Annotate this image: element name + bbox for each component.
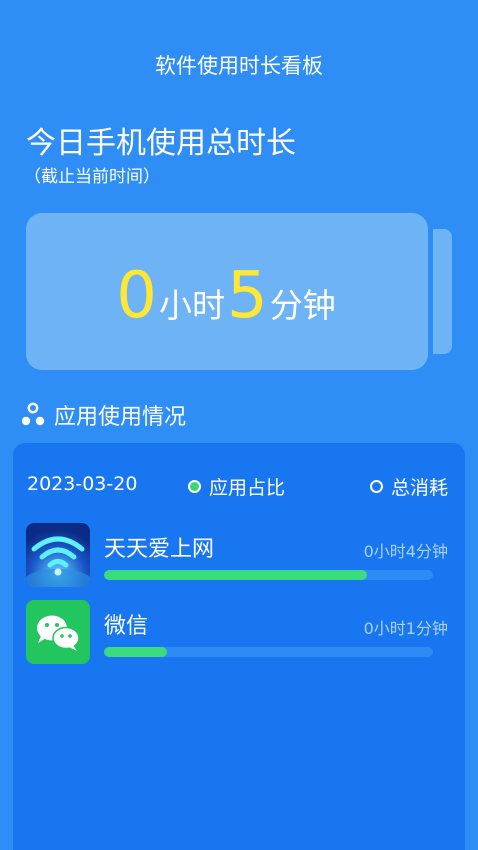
app-usage-row[interactable]: 微信 0小时1分钟	[26, 600, 454, 664]
battery-cap	[433, 229, 452, 354]
page-title: 软件使用时长看板	[155, 54, 323, 78]
radio-unselected-icon	[370, 480, 383, 493]
usage-progress-fill	[104, 570, 368, 580]
app-duration: 0小时1分钟	[363, 619, 448, 638]
date-label[interactable]: 2023-03-20	[27, 473, 137, 495]
legend-total-label: 总消耗	[391, 477, 449, 499]
app-name: 天天爱上网	[104, 537, 215, 562]
hours-value: 0	[116, 258, 157, 333]
wechat-icon	[26, 600, 90, 664]
total-duration: 0 小时 5 分钟	[116, 264, 337, 328]
battery-card: 0 小时 5 分钟	[26, 213, 428, 370]
legend-total-consumption[interactable]: 总消耗	[370, 473, 448, 500]
section-header: 应用使用情况	[20, 398, 186, 432]
legend-app-ratio[interactable]: 应用占比	[188, 473, 285, 500]
app-name: 微信	[104, 614, 149, 639]
screen: 软件使用时长看板 今日手机使用总时长 （截止当前时间） 0 小时 5 分钟 应用…	[0, 0, 478, 850]
three-dots-share-icon	[21, 402, 45, 426]
wifi-app-icon	[26, 523, 90, 587]
today-total-subtitle: （截止当前时间）	[24, 167, 160, 187]
section-title: 应用使用情况	[54, 405, 187, 430]
usage-progress-track	[104, 570, 433, 580]
app-usage-panel: 2023-03-20 应用占比 总消耗 天天爱上网 0小时4分钟 微信 0小时1…	[13, 443, 465, 850]
minutes-value: 5	[227, 258, 268, 333]
app-usage-row[interactable]: 天天爱上网 0小时4分钟	[26, 523, 454, 587]
legend-app-ratio-label: 应用占比	[209, 477, 286, 499]
radio-selected-icon	[188, 480, 201, 493]
usage-progress-fill	[104, 647, 167, 657]
hours-unit: 小时	[159, 285, 225, 325]
minutes-unit: 分钟	[269, 285, 336, 325]
usage-progress-track	[104, 647, 433, 657]
today-total-title: 今日手机使用总时长	[26, 126, 296, 161]
app-duration: 0小时4分钟	[363, 542, 448, 561]
